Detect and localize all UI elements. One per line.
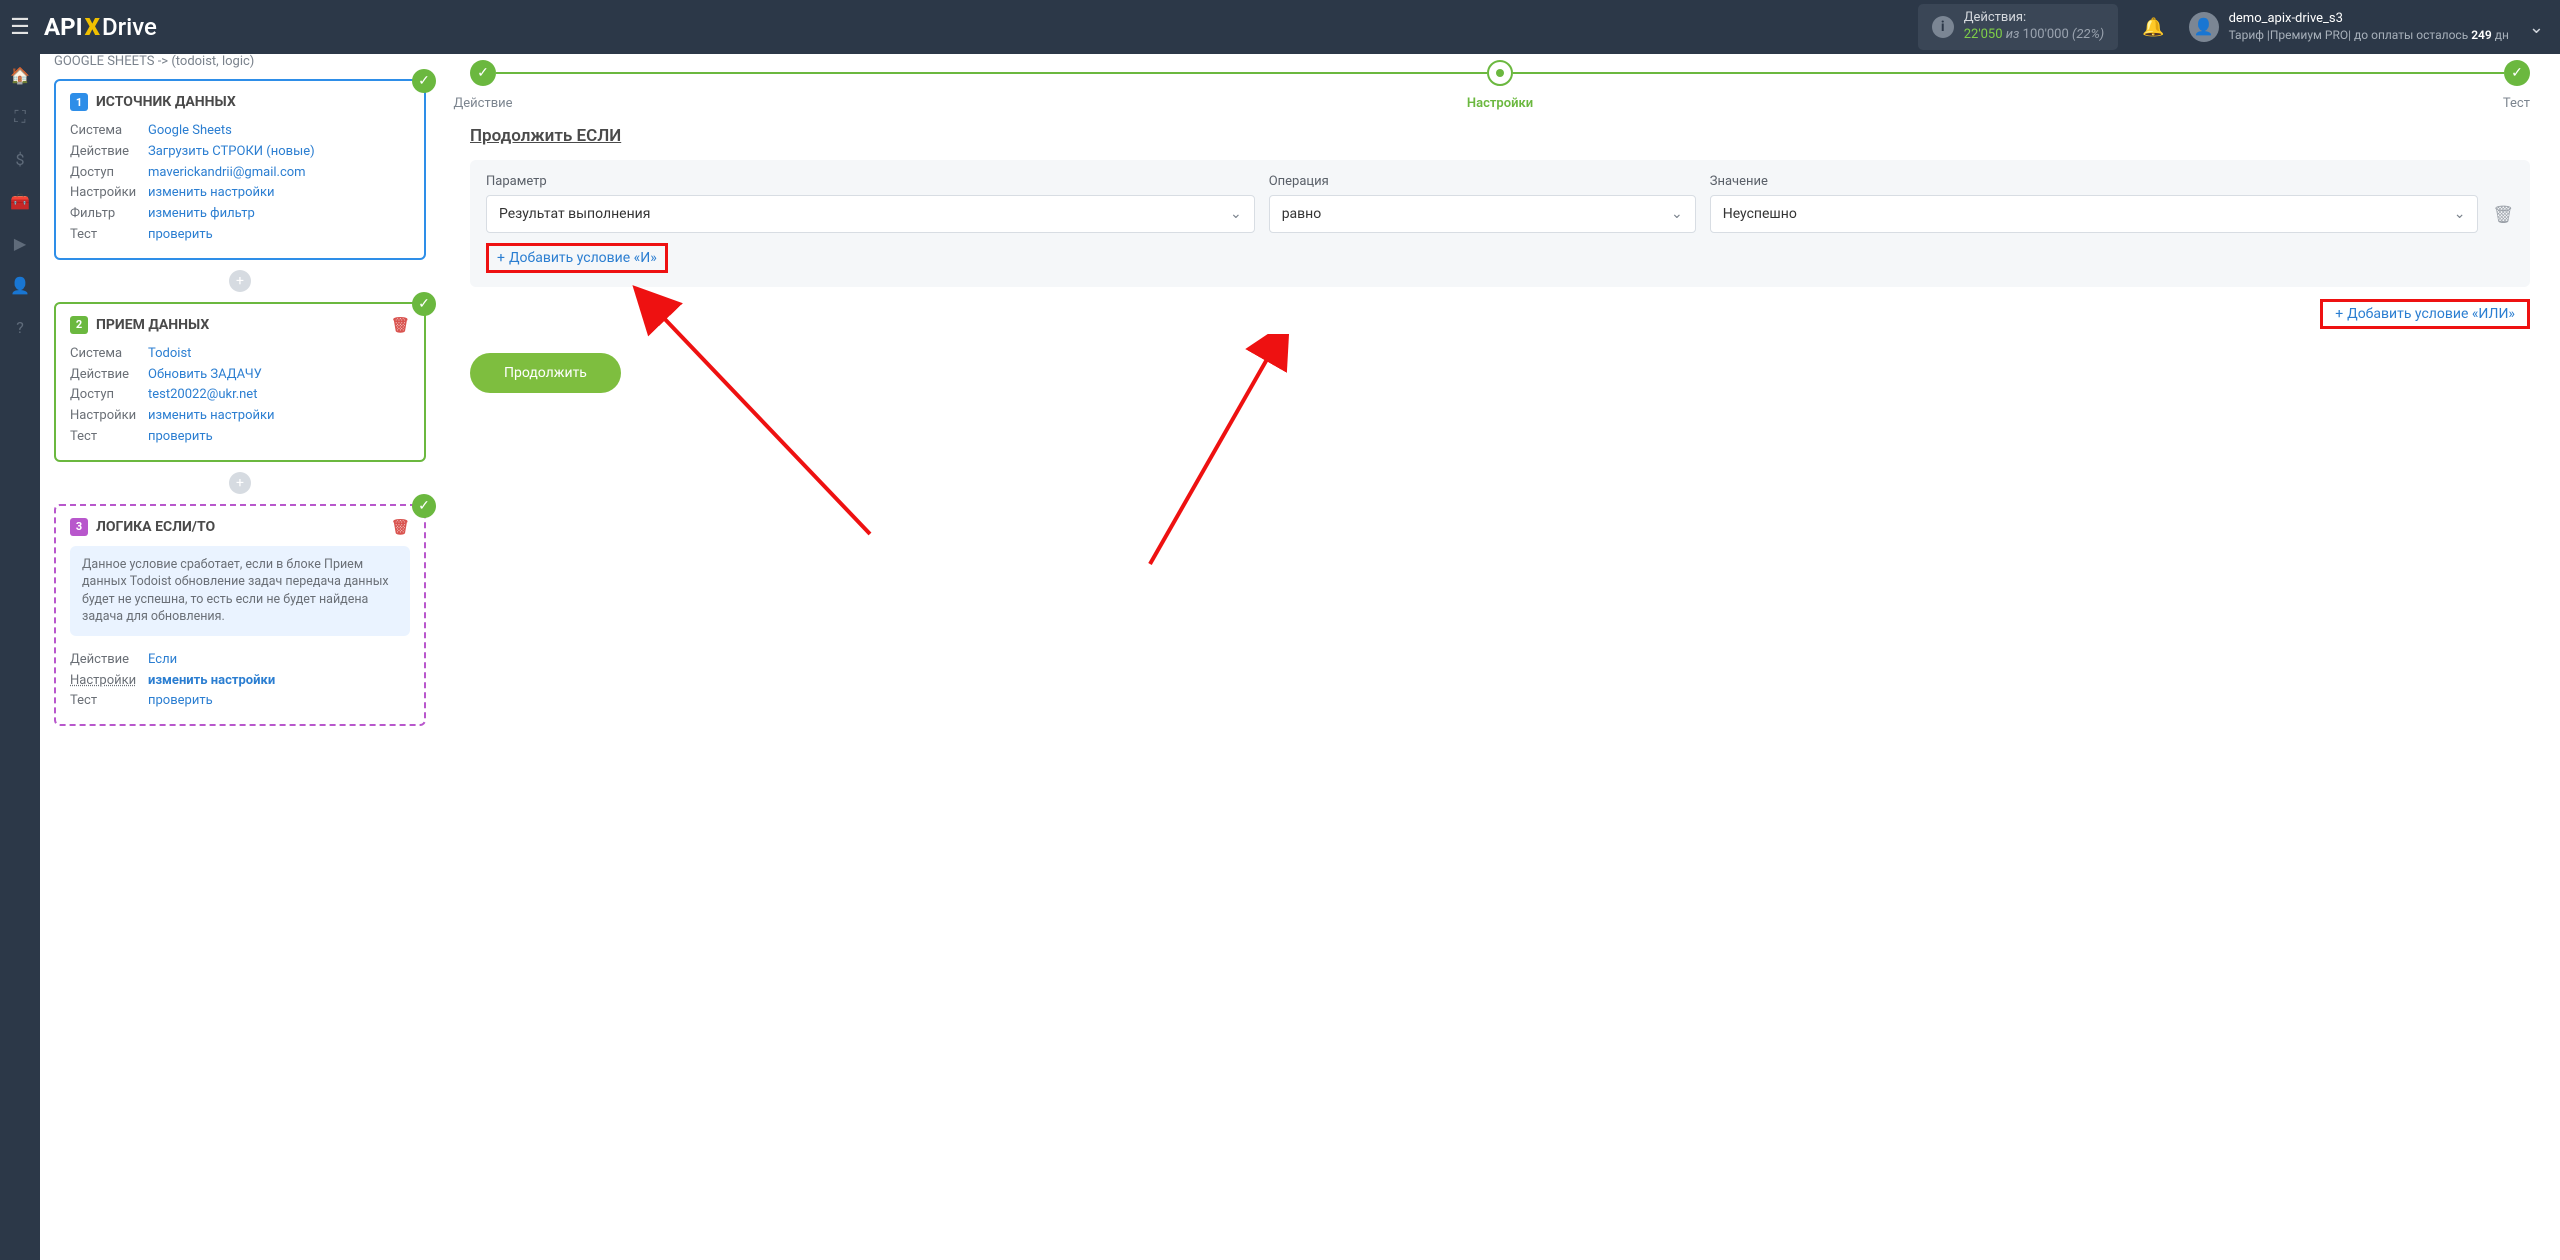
hamburger-icon[interactable]: ☰: [0, 15, 40, 40]
card-title-dest: ПРИЕМ ДАННЫХ: [96, 317, 209, 333]
sidebar-briefcase-icon[interactable]: 🧰: [0, 180, 40, 222]
info-icon: i: [1932, 16, 1954, 38]
user-menu[interactable]: 👤 demo_apix-drive_s3 Тариф |Премиум PRO|…: [2189, 11, 2509, 43]
dest-access-link[interactable]: test20022@ukr.net: [148, 385, 257, 406]
step-label-settings: Настройки: [1467, 96, 1533, 111]
logo-drive: Drive: [102, 13, 157, 41]
sidebar-connections-icon[interactable]: ⛶: [0, 96, 40, 138]
actions-counter[interactable]: i Действия: 22'050 из 100'000 (22%): [1918, 4, 2118, 50]
trash-icon[interactable]: 🗑: [391, 316, 410, 334]
avatar-icon: 👤: [2189, 12, 2219, 42]
user-name: demo_apix-drive_s3: [2229, 11, 2509, 28]
delete-condition-icon[interactable]: 🗑: [2492, 205, 2514, 225]
step-label-action: Действие: [453, 96, 512, 111]
stepper: Действие Настройки Тест: [470, 60, 2530, 86]
val-label: Значение: [1710, 174, 2479, 189]
source-access-link[interactable]: maverickandrii@gmail.com: [148, 163, 306, 184]
card-title-logic: ЛОГИКА ЕСЛИ/ТО: [96, 519, 215, 535]
step-done-icon[interactable]: [2504, 60, 2530, 86]
sidebar-video-icon[interactable]: ▶: [0, 222, 40, 264]
card-number-1: 1: [70, 93, 88, 111]
param-select[interactable]: Результат выполнения ⌄: [486, 195, 1255, 233]
dest-system-link[interactable]: Todoist: [148, 344, 191, 365]
logic-action-link[interactable]: Если: [148, 650, 177, 671]
sidebar-home-icon[interactable]: 🏠: [0, 54, 40, 96]
sidebar: 🏠 ⛶ $ 🧰 ▶ 👤 ?: [0, 54, 40, 1260]
continue-button[interactable]: Продолжить: [470, 353, 621, 393]
check-icon: [412, 69, 436, 93]
sidebar-account-icon[interactable]: 👤: [0, 264, 40, 306]
source-filter-link[interactable]: изменить фильтр: [148, 204, 255, 225]
logic-test-link[interactable]: проверить: [148, 691, 213, 712]
op-select[interactable]: равно ⌄: [1269, 195, 1696, 233]
step-label-test: Тест: [2503, 96, 2530, 111]
add-step-button-2[interactable]: +: [229, 472, 251, 494]
notifications-icon[interactable]: 🔔: [2142, 17, 2164, 38]
check-icon: [412, 494, 436, 518]
actions-total: 100'000: [2023, 27, 2069, 42]
trash-icon[interactable]: 🗑: [391, 518, 410, 536]
step-active-icon[interactable]: [1487, 60, 1513, 86]
val-select[interactable]: Неуспешно ⌄: [1710, 195, 2479, 233]
actions-sep: из: [2006, 27, 2020, 42]
chevron-down-icon: ⌄: [2454, 206, 2466, 222]
dest-action-link[interactable]: Обновить ЗАДАЧУ: [148, 365, 262, 386]
sidebar-money-icon[interactable]: $: [0, 138, 40, 180]
source-test-link[interactable]: проверить: [148, 225, 213, 246]
annotation-arrow-2: [1140, 334, 1380, 574]
card-destination: 2 ПРИЕМ ДАННЫХ 🗑 СистемаTodoist Действие…: [54, 302, 426, 462]
source-action-link[interactable]: Загрузить СТРОКИ (новые): [148, 142, 315, 163]
card-source: 1 ИСТОЧНИК ДАННЫХ СистемаGoogle Sheets Д…: [54, 79, 426, 260]
logic-settings-link[interactable]: изменить настройки: [148, 671, 275, 692]
card-logic: 3 ЛОГИКА ЕСЛИ/ТО 🗑 Данное условие сработ…: [54, 504, 426, 726]
add-step-button-1[interactable]: +: [229, 270, 251, 292]
logo-x: X: [83, 13, 102, 41]
add-or-condition-button[interactable]: + Добавить условие «ИЛИ»: [2320, 299, 2530, 329]
tariff-text: Тариф |Премиум PRO| до оплаты осталось 2…: [2229, 28, 2509, 44]
op-label: Операция: [1269, 174, 1696, 189]
brand-logo[interactable]: APIXDrive: [44, 13, 157, 41]
actions-label: Действия:: [1964, 10, 2104, 27]
chevron-down-icon[interactable]: ⌄: [2529, 17, 2544, 38]
chevron-down-icon: ⌄: [1671, 206, 1683, 222]
param-label: Параметр: [486, 174, 1255, 189]
logo-api: API: [44, 13, 83, 41]
dest-test-link[interactable]: проверить: [148, 427, 213, 448]
plus-icon: +: [2335, 306, 2343, 322]
step-done-icon[interactable]: [470, 60, 496, 86]
logic-note: Данное условие сработает, если в блоке П…: [70, 546, 410, 636]
chevron-down-icon: ⌄: [1230, 206, 1242, 222]
card-number-3: 3: [70, 518, 88, 536]
condition-group: Параметр Результат выполнения ⌄ Операция…: [470, 160, 2530, 287]
dest-settings-link[interactable]: изменить настройки: [148, 406, 275, 427]
plus-icon: +: [497, 250, 505, 266]
add-and-condition-button[interactable]: + Добавить условие «И»: [486, 243, 668, 273]
actions-pct: (22%): [2072, 27, 2104, 42]
check-icon: [412, 292, 436, 316]
actions-used: 22'050: [1964, 27, 2003, 42]
card-number-2: 2: [70, 316, 88, 334]
source-settings-link[interactable]: изменить настройки: [148, 183, 275, 204]
source-system-link[interactable]: Google Sheets: [148, 121, 232, 142]
breadcrumb: GOOGLE SHEETS -> (todoist, logic): [54, 54, 426, 79]
sidebar-help-icon[interactable]: ?: [0, 306, 40, 348]
card-title-source: ИСТОЧНИК ДАННЫХ: [96, 94, 236, 110]
section-title: Продолжить ЕСЛИ: [470, 126, 2530, 146]
